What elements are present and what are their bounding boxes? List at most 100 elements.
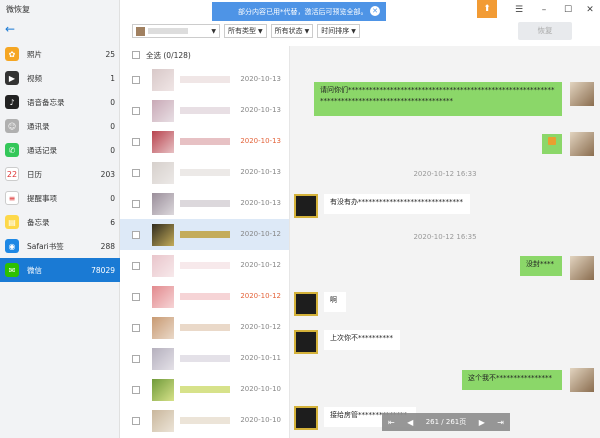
sidebar-item-count: 78029 [91,265,115,275]
conversation-row[interactable]: 2020-10-13 [120,188,289,219]
avatar [294,194,318,218]
sidebar-item-count: 288 [100,241,115,251]
sidebar: 微恢复 ← ✿ 照片 25 ▶ 视频 1 ♪ 语音备忘录 0 ☺ 通讯录 0 ✆ 通话记录 0 22 日历 203… [0,0,120,438]
avatar [152,316,174,339]
sidebar-item[interactable]: ◉ Safari书签 288 [0,234,120,258]
sidebar-item[interactable]: 22 日历 203 [0,162,120,186]
avatar [570,368,594,392]
close-window-icon[interactable]: ✕ [580,2,600,18]
avatar [294,292,318,316]
row-checkbox[interactable] [132,292,140,301]
conversation-row[interactable]: 2020-10-12 [120,312,289,343]
avatar [152,130,174,153]
sidebar-item-count: 6 [110,217,115,227]
conversation-row[interactable]: 2020-10-13 [120,157,289,188]
menu-icon[interactable]: ☰ [509,2,529,18]
next-page-icon[interactable]: ▶ [479,418,485,427]
row-checkbox[interactable] [132,416,140,425]
chevron-down-icon: ▼ [258,27,263,35]
avatar [294,406,318,430]
row-checkbox[interactable] [132,354,140,363]
sidebar-item[interactable]: ≡ 提醒事项 0 [0,186,120,210]
avatar [152,99,174,122]
type-filter-label: 所有类型 [228,27,256,35]
sticker-message [542,134,562,154]
message-bubble: 啊 [324,292,346,312]
sidebar-item[interactable]: ✆ 通话记录 0 [0,138,120,162]
contact-select[interactable]: ▼ [132,24,220,38]
row-checkbox[interactable] [132,106,140,115]
conversation-row[interactable]: 2020-10-11 [120,343,289,374]
select-all-checkbox[interactable] [132,51,140,59]
maximize-icon[interactable]: ☐ [558,2,578,18]
minimize-icon[interactable]: – [534,2,554,18]
photos-icon: ✿ [5,47,19,61]
conversation-date: 2020-10-12 [240,292,281,300]
conversation-date: 2020-10-13 [240,199,281,207]
select-all[interactable]: 全选 (0/128) [120,46,289,64]
conversation-date: 2020-10-12 [240,323,281,331]
first-page-icon[interactable]: ⇤ [388,418,395,427]
conversation-row[interactable]: 2020-10-12 [120,250,289,281]
chevron-down-icon: ▼ [211,27,216,35]
notice-text: 部分内容已用*代替，激活后可预览全部。 [238,7,368,16]
avatar [152,254,174,277]
message-bubble: 没封**** [520,256,562,276]
conversation-date: 2020-10-13 [240,137,281,145]
avatar [570,132,594,156]
conversation-row[interactable]: 2020-10-10 [120,374,289,405]
upgrade-arrow-icon[interactable]: ⬆ [477,0,497,18]
conversation-row[interactable]: 2020-10-12 [120,219,289,250]
top-bar: 部分内容已用*代替，激活后可预览全部。 ✕ ⬆ ☰ – ☐ ✕ ▼ 所有类型 ▼… [120,0,600,46]
sidebar-item[interactable]: ✉ 微信 78029 [0,258,120,282]
sidebar-item-label: 微信 [27,265,42,275]
last-page-icon[interactable]: ⇥ [497,418,504,427]
conversation-row[interactable]: 2020-10-10 [120,405,289,436]
back-arrow-icon[interactable]: ← [5,22,19,36]
safari-icon: ◉ [5,239,19,253]
row-checkbox[interactable] [132,137,140,146]
row-checkbox[interactable] [132,261,140,270]
avatar [152,68,174,91]
contact-name-blur [180,138,230,145]
page-indicator: 261 / 261页 [425,418,467,426]
avatar [152,378,174,401]
row-checkbox[interactable] [132,199,140,208]
sidebar-item-label: 视频 [27,73,42,83]
sidebar-item[interactable]: ♪ 语音备忘录 0 [0,90,120,114]
sort-filter[interactable]: 时间排序 ▼ [317,24,360,38]
sticker-icon [548,137,556,145]
row-checkbox[interactable] [132,385,140,394]
sidebar-item-label: 语音备忘录 [27,97,65,107]
message-bubble: 请问你们************************************… [314,82,562,116]
contact-name-blur [180,262,230,269]
avatar [570,82,594,106]
row-checkbox[interactable] [132,323,140,332]
conversation-date: 2020-10-13 [240,75,281,83]
phone-icon: ✆ [5,143,19,157]
current-page: 261 [425,418,440,426]
conversation-row[interactable]: 2020-10-12 [120,281,289,312]
sidebar-nav: ✿ 照片 25 ▶ 视频 1 ♪ 语音备忘录 0 ☺ 通讯录 0 ✆ 通话记录 0 22 日历 203 ≡ 提醒事项 0… [0,42,120,282]
prev-page-icon[interactable]: ◀ [407,418,413,427]
row-checkbox[interactable] [132,75,140,84]
conversation-row[interactable]: 2020-10-13 [120,95,289,126]
close-icon[interactable]: ✕ [370,6,380,16]
sidebar-item-label: 提醒事项 [27,193,57,203]
row-checkbox[interactable] [132,230,140,239]
chevron-down-icon: ▼ [304,27,310,35]
sidebar-item[interactable]: ☺ 通讯录 0 [0,114,120,138]
sidebar-item-count: 1 [110,73,115,83]
sidebar-item[interactable]: ▤ 备忘录 6 [0,210,120,234]
conversation-row[interactable]: 2020-10-13 [120,126,289,157]
status-filter[interactable]: 所有状态 ▼ [270,24,314,38]
contact-name-blur [148,28,188,34]
conversation-date: 2020-10-13 [240,168,281,176]
restore-button[interactable]: 恢复 [518,22,572,40]
type-filter[interactable]: 所有类型 ▼ [224,24,267,38]
row-checkbox[interactable] [132,168,140,177]
sidebar-item-label: 通话记录 [27,145,57,155]
sidebar-item[interactable]: ✿ 照片 25 [0,42,120,66]
conversation-row[interactable]: 2020-10-13 [120,64,289,95]
sidebar-item[interactable]: ▶ 视频 1 [0,66,120,90]
